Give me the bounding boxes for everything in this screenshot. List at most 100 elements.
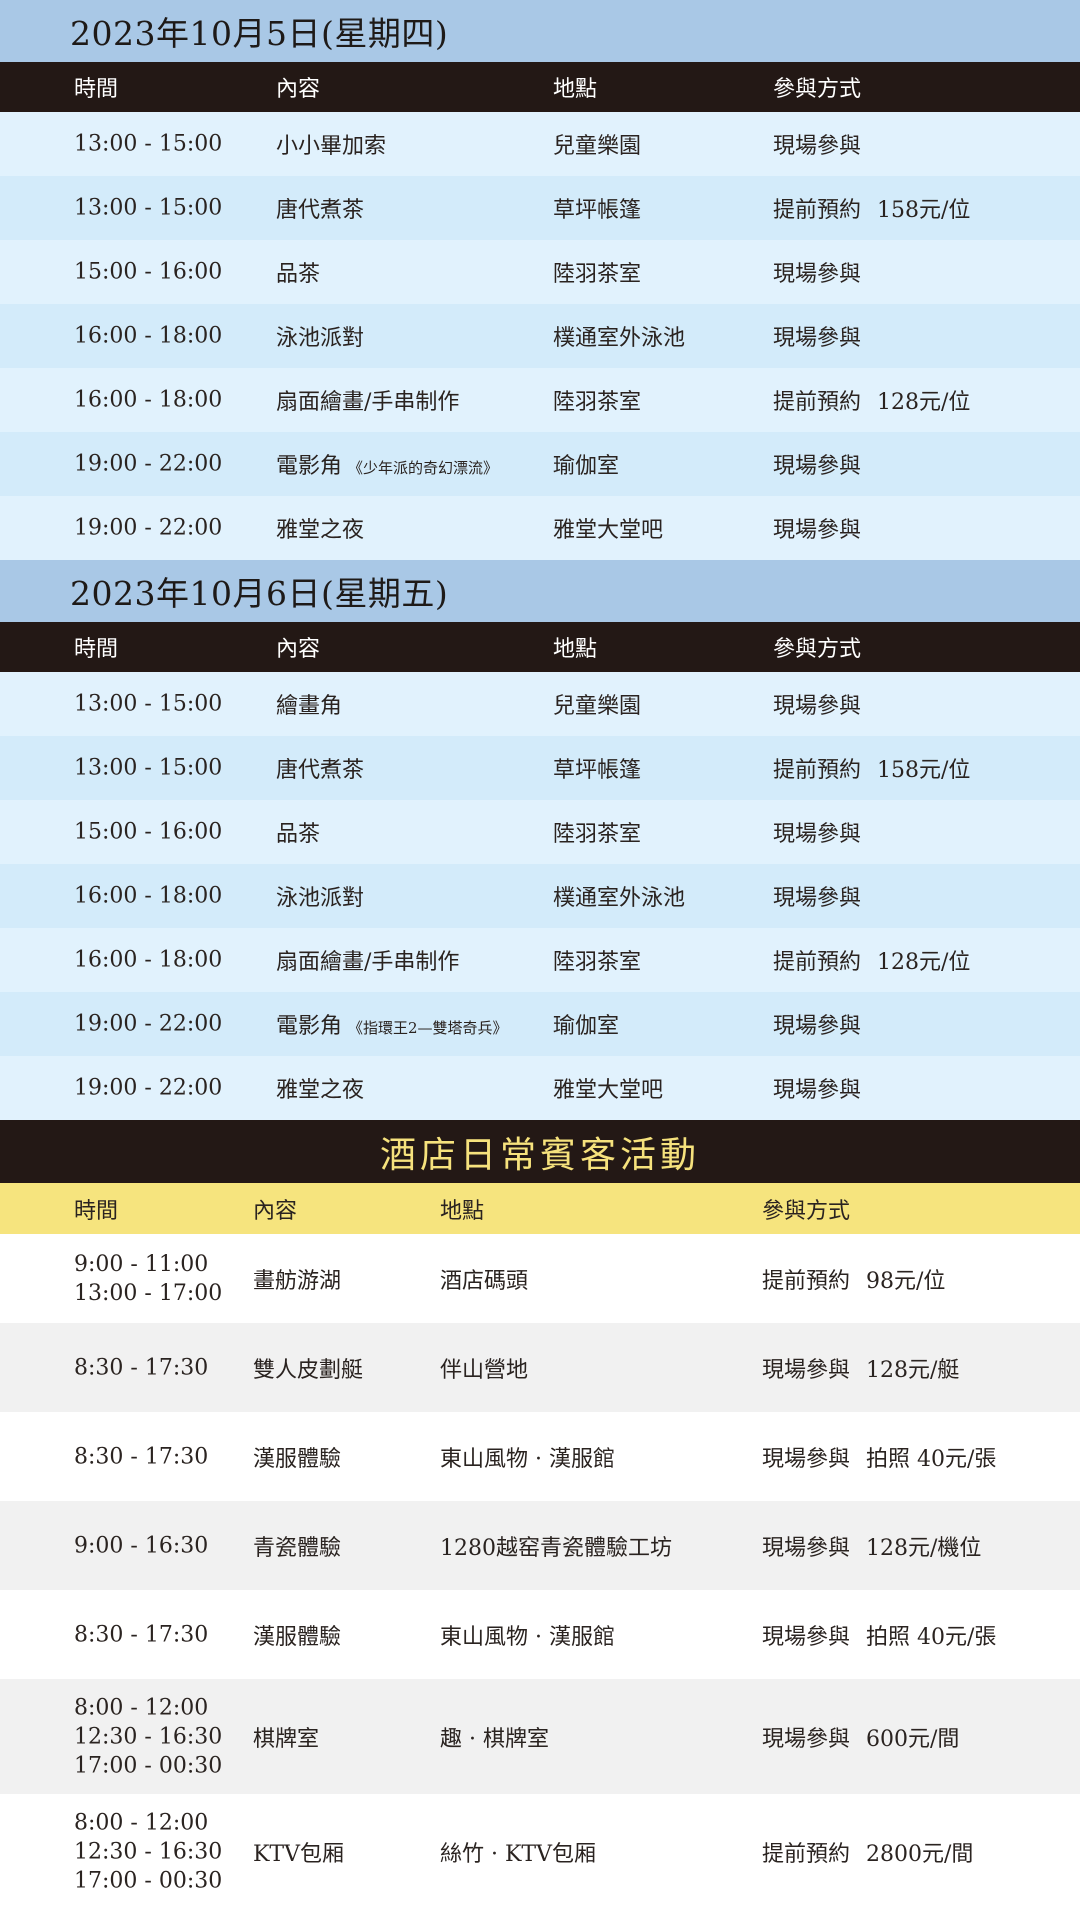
- row-method: 提前預約 2800元/間: [762, 1836, 973, 1868]
- row-content: 唐代煮茶: [276, 758, 365, 783]
- header-time: 時間: [74, 637, 119, 662]
- row-place: 陸羽茶室: [553, 950, 642, 975]
- method-text: 現場參與: [762, 1446, 851, 1472]
- row-place: 陸羽茶室: [553, 262, 642, 287]
- price-text: 158元/位: [877, 758, 971, 783]
- row-content: 電影角 《指環王2—雙塔奇兵》: [276, 1008, 508, 1040]
- price-text: 拍照 40元/張: [866, 1624, 997, 1650]
- method-text: 現場參與: [773, 454, 862, 479]
- row-content: 電影角 《少年派的奇幻漂流》: [276, 448, 498, 480]
- price-text: 128元/位: [877, 390, 971, 415]
- daily-row: 9:00 - 11:00 13:00 - 17:00 畫舫游湖 酒店碼頭 提前預…: [0, 1234, 1080, 1323]
- row-content: 繪畫角: [276, 694, 343, 719]
- time-line: 8:00 - 12:00: [74, 1695, 209, 1720]
- row-place: 趣 · 棋牌室: [440, 1726, 549, 1752]
- row-content: 扇面繪畫/手串制作: [276, 950, 460, 975]
- table-row: 13:00 - 15:00 繪畫角 兒童樂園 現場參與: [0, 672, 1080, 736]
- row-method: 現場參與: [773, 512, 861, 544]
- row-time: 13:00 - 15:00: [74, 195, 223, 221]
- row-place: 瑜伽室: [553, 454, 620, 479]
- method-text: 現場參與: [773, 262, 862, 287]
- method-text: 現場參與: [773, 694, 862, 719]
- row-place: 東山風物 · 漢服館: [440, 1624, 615, 1650]
- row-method: 現場參與: [773, 1072, 861, 1104]
- header-place: 地點: [553, 637, 598, 662]
- row-place: 1280越窑青瓷體驗工坊: [440, 1535, 672, 1561]
- row-time: 19:00 - 22:00: [74, 515, 223, 541]
- row-time: 13:00 - 15:00: [74, 131, 223, 157]
- row-method: 提前預約 98元/位: [762, 1263, 945, 1295]
- daily-row: 9:00 - 16:30 青瓷體驗 1280越窑青瓷體驗工坊 現場參與 128元/…: [0, 1501, 1080, 1590]
- row-method: 提前預約 158元/位: [773, 752, 970, 784]
- method-text: 提前預約: [773, 950, 862, 975]
- time-line: 12:30 - 16:30: [74, 1724, 223, 1749]
- price-text: 98元/位: [866, 1268, 946, 1294]
- method-text: 現場參與: [773, 1014, 862, 1039]
- method-text: 現場參與: [773, 1078, 862, 1103]
- row-method: 現場參與 拍照 40元/張: [762, 1441, 996, 1473]
- method-text: 提前預約: [773, 758, 862, 783]
- row-place: 草坪帳篷: [553, 198, 642, 223]
- time-line: 13:00 - 17:00: [74, 1280, 223, 1306]
- method-text: 提前預約: [762, 1842, 851, 1867]
- row-place: 雅堂大堂吧: [553, 518, 664, 543]
- row-times: 9:00 - 11:00 13:00 - 17:00: [74, 1250, 222, 1308]
- day1-column-header: 時間 內容 地點 參與方式: [0, 62, 1080, 112]
- daily-row: 8:00 - 12:00 12:30 - 16:30 17:00 - 00:30…: [0, 1679, 1080, 1794]
- row-content: 品茶: [276, 822, 321, 847]
- row-place: 兒童樂園: [553, 694, 642, 719]
- daily-title: 酒店日常賓客活動: [0, 1120, 1080, 1183]
- method-text: 現場參與: [773, 326, 862, 351]
- row-time: 15:00 - 16:00: [74, 259, 223, 285]
- time-line: 12:30 - 16:30: [74, 1839, 223, 1865]
- header-time: 時間: [74, 1198, 119, 1224]
- table-row: 16:00 - 18:00 泳池派對 樸通室外泳池 現場參與: [0, 304, 1080, 368]
- price-text: 拍照 40元/張: [866, 1446, 997, 1472]
- day1-date-header: 2023年10月5日(星期四): [0, 0, 1080, 62]
- row-time: 13:00 - 15:00: [74, 691, 223, 717]
- price-text: 128元/機位: [866, 1535, 982, 1561]
- row-place: 兒童樂園: [553, 134, 642, 159]
- daily-row: 8:00 - 12:00 12:30 - 16:30 17:00 - 00:30…: [0, 1794, 1080, 1910]
- row-content: 漢服體驗: [253, 1446, 342, 1472]
- header-content: 內容: [276, 637, 321, 662]
- table-row: 19:00 - 22:00 電影角 《少年派的奇幻漂流》 瑜伽室 現場參與: [0, 432, 1080, 496]
- day2-date-header: 2023年10月6日(星期五): [0, 560, 1080, 622]
- row-content: 棋牌室: [253, 1726, 320, 1752]
- method-text: 現場參與: [762, 1535, 851, 1561]
- table-row: 16:00 - 18:00 扇面繪畫/手串制作 陸羽茶室 提前預約 128元/位: [0, 368, 1080, 432]
- row-content: 扇面繪畫/手串制作: [276, 390, 460, 415]
- header-method: 參與方式: [773, 77, 862, 102]
- row-method: 現場參與: [773, 320, 861, 352]
- row-place: 陸羽茶室: [553, 822, 642, 847]
- price-text: 128元/位: [877, 950, 971, 975]
- row-place: 雅堂大堂吧: [553, 1078, 664, 1103]
- method-text: 現場參與: [773, 822, 862, 847]
- daily-section: 酒店日常賓客活動 時間 內容 地點 參與方式 9:00 - 11:00 13:0…: [0, 1120, 1080, 1910]
- time-line: 8:00 - 12:00: [74, 1810, 209, 1836]
- price-text: 128元/艇: [866, 1357, 960, 1383]
- row-content: 泳池派對: [276, 326, 365, 351]
- method-text: 提前預約: [773, 198, 862, 223]
- row-place: 陸羽茶室: [553, 390, 642, 415]
- day1-section: 2023年10月5日(星期四) 時間 內容 地點 參與方式 13:00 - 15…: [0, 0, 1080, 560]
- row-times: 8:00 - 12:00 12:30 - 16:30 17:00 - 00:30: [74, 1693, 222, 1780]
- table-row: 15:00 - 16:00 品茶 陸羽茶室 現場參與: [0, 800, 1080, 864]
- row-method: 提前預約 128元/位: [773, 384, 970, 416]
- table-row: 19:00 - 22:00 電影角 《指環王2—雙塔奇兵》 瑜伽室 現場參與: [0, 992, 1080, 1056]
- method-text: 提前預約: [773, 390, 862, 415]
- daily-row: 8:30 - 17:30 漢服體驗 東山風物 · 漢服館 現場參與 拍照 40元/…: [0, 1590, 1080, 1679]
- price-text: 158元/位: [877, 198, 971, 223]
- row-method: 現場參與: [773, 128, 861, 160]
- row-time: 16:00 - 18:00: [74, 323, 223, 349]
- film-title: 《少年派的奇幻漂流》: [348, 459, 499, 477]
- row-place: 東山風物 · 漢服館: [440, 1446, 615, 1472]
- row-time: 16:00 - 18:00: [74, 947, 223, 973]
- row-times: 9:00 - 16:30: [74, 1533, 209, 1558]
- daily-row: 8:30 - 17:30 漢服體驗 東山風物 · 漢服館 現場參與 拍照 40元/…: [0, 1412, 1080, 1501]
- row-place: 樸通室外泳池: [553, 326, 686, 351]
- row-method: 現場參與 128元/機位: [762, 1530, 981, 1562]
- method-text: 現場參與: [773, 886, 862, 911]
- row-content: 小小畢加索: [276, 134, 387, 159]
- content-text: 電影角: [276, 1014, 343, 1039]
